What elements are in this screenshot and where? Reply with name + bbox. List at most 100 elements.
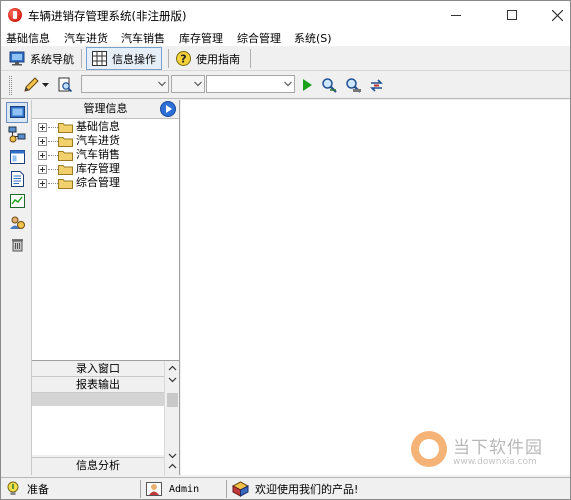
app-window: 车辆进销存管理系统(非注册版) 基础信息 汽车进货 汽车销售 库存管理 综合管理… [0, 0, 571, 500]
tree-node-car-purchase[interactable]: 汽车进货 [32, 134, 179, 148]
chevron-down-icon[interactable] [168, 375, 177, 384]
svg-text:?: ? [180, 53, 186, 66]
expand-icon[interactable] [38, 123, 47, 132]
document-icon [10, 170, 24, 187]
filter-combo-1[interactable] [81, 75, 169, 93]
filter-combo-2[interactable] [171, 75, 205, 93]
strip-button-window[interactable] [6, 146, 28, 167]
status-welcome-text: 欢迎使用我们的产品! [255, 483, 359, 496]
tree-node-label: 基础信息 [76, 120, 120, 133]
strip-button-trash[interactable] [6, 234, 28, 255]
strip-button-chart[interactable] [6, 190, 28, 211]
panel-bottom-section: 录入窗口 报表输出 信息分析 [32, 360, 179, 476]
monitor-icon [9, 51, 25, 66]
user-group-icon [9, 216, 25, 229]
tab-user-guide[interactable]: ? 使用指南 [171, 47, 245, 70]
user-icon [146, 482, 162, 496]
window-panel-icon [9, 149, 25, 164]
status-divider [226, 480, 227, 498]
menu-car-purchase[interactable]: 汽车进货 [64, 30, 108, 46]
strip-button-users[interactable] [6, 212, 28, 233]
tab-divider [81, 49, 82, 68]
maximize-button[interactable] [489, 1, 535, 29]
folder-icon [58, 137, 73, 147]
status-divider [140, 480, 141, 498]
chevron-down-icon [194, 81, 202, 87]
tab-system-nav[interactable]: 系统导航 [4, 47, 79, 70]
edit-button[interactable] [22, 76, 40, 94]
search-icon [321, 77, 337, 93]
menu-basic-info[interactable]: 基础信息 [6, 30, 50, 46]
print-preview-icon [58, 77, 73, 93]
maximize-icon [507, 10, 517, 20]
refresh-button[interactable] [367, 76, 385, 94]
search-button[interactable] [320, 76, 338, 94]
nav-tab-bar: 系统导航 信息操作 ? 使用指南 [1, 46, 570, 71]
status-bar: 准备 Admin 欢迎使用我们的产品! [1, 477, 570, 499]
navigation-tree: 基础信息 汽车进货 汽车销售 库存管理 综合管理 [32, 120, 179, 190]
trash-icon [11, 239, 23, 252]
chevron-up-icon[interactable] [168, 462, 177, 471]
pencil-icon [24, 77, 39, 92]
folder-icon [58, 151, 73, 161]
entry-window-tab[interactable]: 录入窗口 [32, 361, 164, 377]
product-box-icon [232, 481, 249, 497]
info-analysis-tab[interactable]: 信息分析 [32, 457, 164, 473]
tree-node-general[interactable]: 综合管理 [32, 176, 179, 190]
run-query-button[interactable] [298, 76, 316, 94]
tree-connector [48, 155, 58, 156]
panel-header: 管理信息 [32, 100, 179, 119]
tab-info-operation[interactable]: 信息操作 [86, 47, 162, 70]
toolbar [1, 72, 570, 99]
edit-dropdown-button[interactable] [40, 76, 50, 94]
preview-button[interactable] [56, 76, 74, 94]
main-content-area[interactable] [181, 100, 570, 475]
strip-button-network[interactable] [6, 124, 28, 145]
search-filter-icon [345, 77, 361, 93]
monitor-icon [9, 106, 25, 118]
chevron-up-icon[interactable] [168, 364, 177, 373]
report-list[interactable] [32, 393, 164, 455]
play-icon [303, 79, 312, 91]
help-icon: ? [176, 51, 191, 66]
expand-icon[interactable] [38, 165, 47, 174]
tree-connector [48, 169, 58, 170]
panel-title: 管理信息 [83, 102, 128, 115]
list-selection[interactable] [32, 393, 164, 406]
status-message: 欢迎使用我们的产品! [232, 480, 358, 498]
scroll-thumb[interactable] [167, 393, 178, 407]
tree-connector [48, 183, 58, 184]
menu-general[interactable]: 综合管理 [237, 30, 281, 46]
minimize-icon [451, 14, 461, 16]
menu-bar: 基础信息 汽车进货 汽车销售 库存管理 综合管理 系统(S) [1, 29, 570, 46]
toolbar-grip[interactable] [9, 76, 12, 95]
close-button[interactable] [534, 1, 571, 29]
menu-inventory[interactable]: 库存管理 [179, 30, 223, 46]
filter-combo-3[interactable] [206, 75, 295, 93]
bulb-icon [7, 481, 19, 495]
tab-label: 使用指南 [196, 52, 240, 66]
strip-button-document[interactable] [6, 168, 28, 189]
minimize-button[interactable] [433, 1, 479, 29]
tree-node-inventory[interactable]: 库存管理 [32, 162, 179, 176]
tree-node-basic-info[interactable]: 基础信息 [32, 120, 179, 134]
expand-icon[interactable] [38, 137, 47, 146]
advanced-search-button[interactable] [344, 76, 362, 94]
menu-system[interactable]: 系统(S) [294, 30, 332, 46]
menu-car-sales[interactable]: 汽车销售 [121, 30, 165, 46]
panel-collapse-button[interactable] [160, 101, 176, 117]
chevron-down-icon[interactable] [168, 451, 177, 460]
panel-scrollbar[interactable] [164, 361, 179, 476]
management-panel: 管理信息 基础信息 汽车进货 汽车销售 库存管理 综合管理 录入窗口 报表输出 … [32, 100, 180, 476]
chevron-down-icon [284, 81, 292, 87]
report-output-tab[interactable]: 报表输出 [32, 377, 164, 393]
tab-label: 系统导航 [30, 52, 74, 66]
close-icon [551, 9, 563, 21]
tree-node-car-sales[interactable]: 汽车销售 [32, 148, 179, 162]
expand-icon[interactable] [38, 151, 47, 160]
expand-icon[interactable] [38, 179, 47, 188]
strip-button-monitor[interactable] [6, 102, 28, 123]
title-bar: 车辆进销存管理系统(非注册版) [1, 1, 570, 29]
tree-connector [48, 141, 58, 142]
chevron-down-icon [158, 81, 166, 87]
